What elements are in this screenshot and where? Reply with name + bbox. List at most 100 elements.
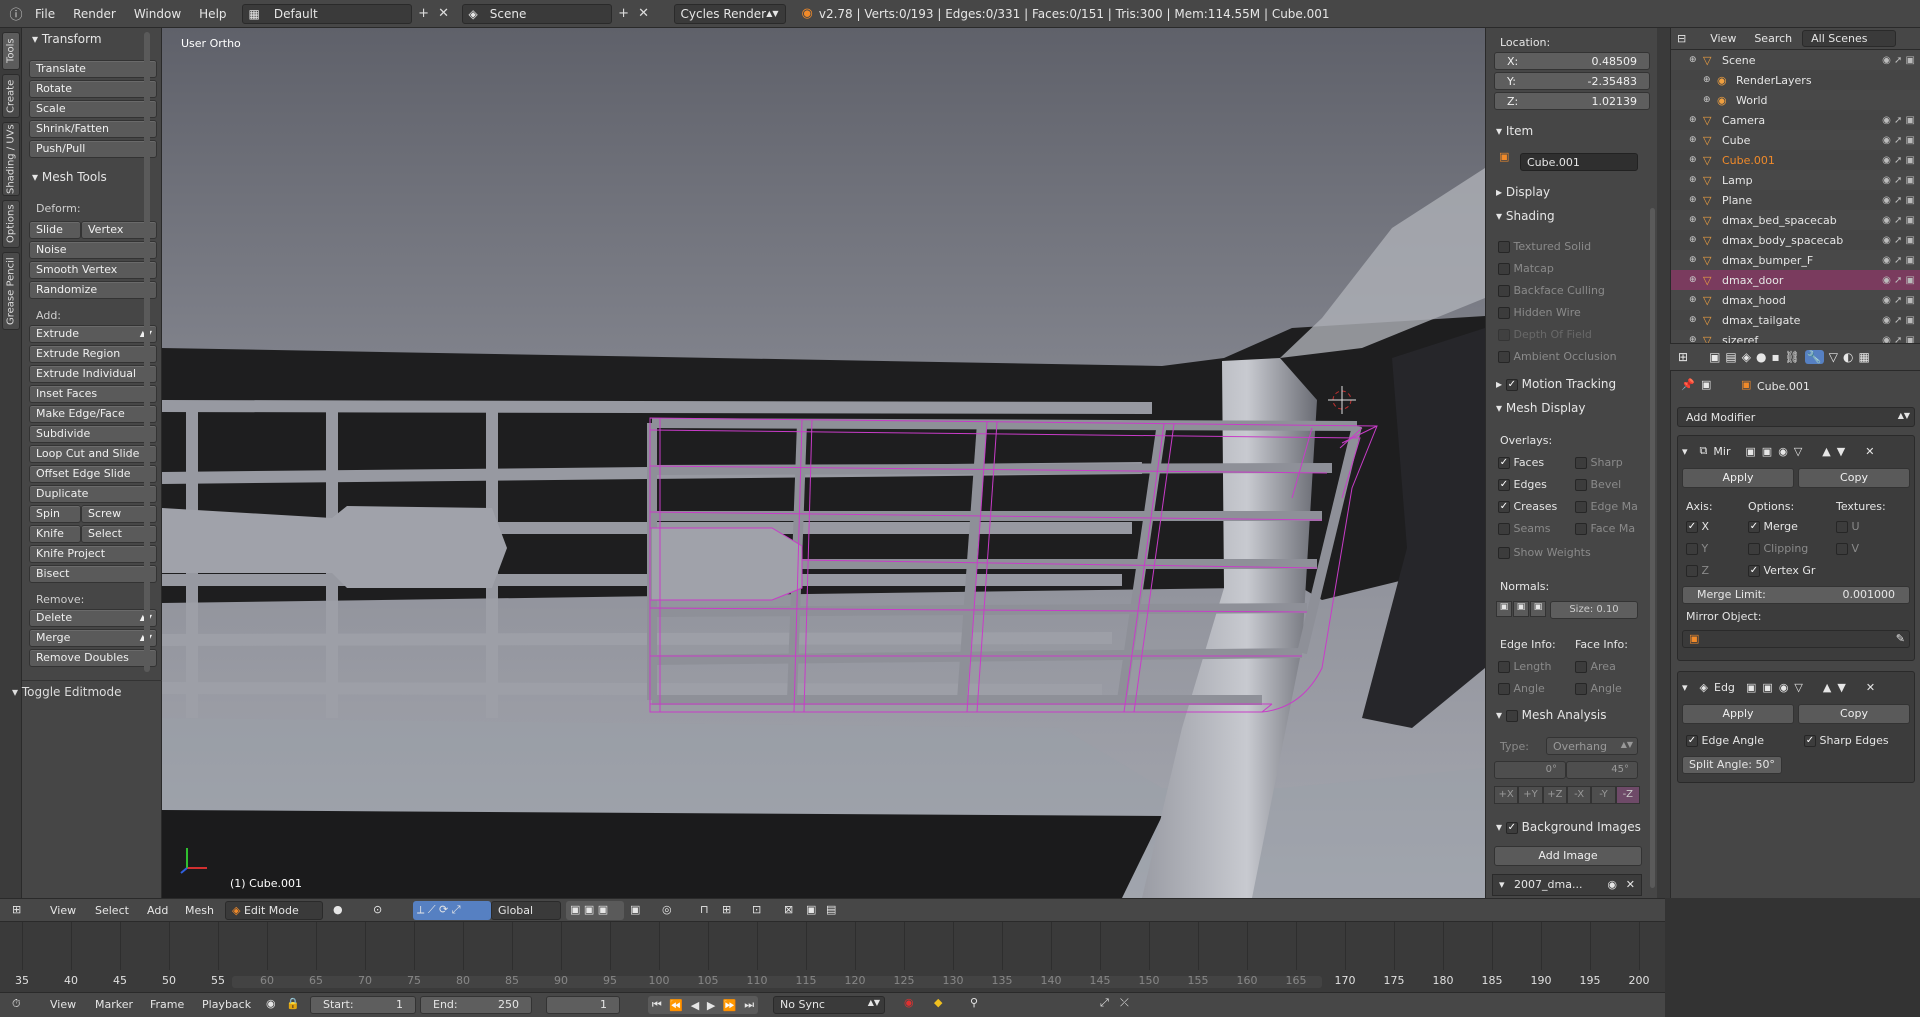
keying-set-icon[interactable]: ⚲ [970, 996, 978, 1009]
outliner-row[interactable]: ⊕ ▽ dmax_door ◉ ➚ ▣ [1671, 270, 1920, 290]
outliner-row[interactable]: ⊕ ▽ dmax_hood ◉ ➚ ▣ [1671, 290, 1920, 310]
ambient-occlusion-option[interactable]: Ambient Occlusion [1498, 350, 1617, 363]
bevel-option[interactable]: Bevel [1575, 478, 1621, 491]
normals-face-icon[interactable]: ▣ [1530, 601, 1546, 617]
motion-tracking-panel-header[interactable]: ▸ ✓ Motion Tracking [1496, 377, 1616, 391]
axis-y-option[interactable]: Y [1686, 542, 1708, 555]
insert-keyframe-icon[interactable]: ⤢ [1100, 996, 1109, 1010]
expand-toggle-icon[interactable]: ⊕ [1689, 135, 1703, 145]
duplicate-button[interactable]: Duplicate [29, 485, 157, 503]
restrict-toggles[interactable]: ◉ ➚ ▣ [1882, 115, 1915, 126]
outliner-row[interactable]: ⊕ ▽ Lamp ◉ ➚ ▣ [1671, 170, 1920, 190]
render-toggle-icon[interactable]: ▣ [1762, 681, 1772, 694]
face-angle-option[interactable]: Angle [1575, 682, 1622, 695]
restrict-toggles[interactable]: ◉ ➚ ▣ [1882, 175, 1915, 186]
analysis-type-dropdown[interactable]: Overhang ▲▼ [1546, 737, 1638, 755]
restrict-toggles[interactable]: ◉ ➚ ▣ [1882, 295, 1915, 306]
axis-pos-x[interactable]: +X [1494, 786, 1519, 804]
play-reverse-icon[interactable]: ◀ [691, 999, 699, 1012]
expand-toggle-icon[interactable]: ⊕ [1689, 235, 1703, 245]
location-z-field[interactable]: Z: 1.02139 [1494, 92, 1650, 110]
render-engine-selector[interactable]: Cycles Render ▲▼ [673, 3, 786, 24]
restrict-toggles[interactable]: ◉ ➚ ▣ [1882, 135, 1915, 146]
manipulator-toggle-icon[interactable]: ⟂ ⟋ ⟳ ⤢ [413, 901, 491, 920]
knife-project-button[interactable]: Knife Project [29, 545, 157, 563]
add-scene-icon[interactable]: + [614, 4, 634, 24]
outliner-row[interactable]: ⊕ ▽ Cube.001 ◉ ➚ ▣ [1671, 150, 1920, 170]
axis-neg-z[interactable]: -Z [1615, 786, 1640, 804]
expand-toggle-icon[interactable]: ⊕ [1689, 115, 1703, 125]
mesh-tools-panel-header[interactable]: ▾ Mesh Tools [32, 170, 107, 184]
expand-toggle-icon[interactable]: ⊕ [1689, 295, 1703, 305]
properties-editor-icon[interactable]: ⊞ [1678, 350, 1688, 364]
pivot-point-icon[interactable]: ⊙ [373, 903, 382, 916]
current-frame-field[interactable]: 1 [546, 996, 620, 1014]
tab-texture-icon[interactable]: ▦ [1859, 350, 1870, 364]
expand-arrow-icon[interactable]: ▾ [1682, 445, 1688, 458]
restrict-toggles[interactable]: ◉ ➚ ▣ [1882, 315, 1915, 326]
editmode-toggle-icon[interactable]: ▣ [1745, 445, 1755, 458]
expand-toggle-icon[interactable]: ⊕ [1689, 195, 1703, 205]
vertex-groups-option[interactable]: ✓ Vertex Gr [1748, 564, 1815, 577]
mirror-modifier-header[interactable]: ▾ ⧉ Mir ▣ ▣ ◉ ▽ ▲ ▼ ✕ [1682, 442, 1912, 460]
outliner-row[interactable]: ⊕ ▽ Cube ◉ ➚ ▣ [1671, 130, 1920, 150]
slide-edge-button[interactable]: Slide Ed [29, 221, 81, 252]
texture-v-option[interactable]: V [1836, 542, 1859, 555]
tab-options[interactable]: Options [2, 200, 20, 248]
restrict-toggles[interactable]: ◉ ➚ ▣ [1882, 195, 1915, 206]
playback-controls[interactable]: ⏮ ⏪ ◀ ▶ ⏩ ⏭ [648, 996, 758, 1014]
tab-layers-icon[interactable]: ▤ [1725, 350, 1736, 364]
merge-option[interactable]: ✓ Merge [1748, 520, 1798, 533]
view3d-menu-view[interactable]: View [50, 904, 76, 917]
edge-angle-option[interactable]: Angle [1498, 682, 1545, 695]
jump-end-icon[interactable]: ⏭ [744, 998, 754, 1012]
edge-split-apply-button[interactable]: Apply [1682, 704, 1794, 724]
expand-toggle-icon[interactable]: ⊕ [1689, 155, 1703, 165]
expand-toggle-icon[interactable]: ⊕ [1689, 55, 1703, 65]
edge-angle-option[interactable]: ✓ Edge Angle [1686, 734, 1764, 747]
expand-toggle-icon[interactable]: ⊕ [1689, 315, 1703, 325]
axis-z-option[interactable]: Z [1686, 564, 1709, 577]
mesh-display-panel-header[interactable]: ▾ Mesh Display [1496, 401, 1585, 415]
translate-button[interactable]: Translate [29, 60, 157, 78]
view3d-menu-add[interactable]: Add [147, 904, 168, 917]
use-preview-range-icon[interactable]: ◉ [266, 997, 276, 1010]
show-weights-option[interactable]: Show Weights [1498, 546, 1591, 559]
outliner-row[interactable]: ⊕ ▽ Scene ◉ ➚ ▣ [1671, 50, 1920, 70]
outliner-filter-dropdown[interactable]: All Scenes [1802, 30, 1897, 47]
seams-option[interactable]: Seams [1498, 522, 1550, 535]
analysis-max-field[interactable]: 45° [1566, 761, 1638, 779]
menu-help[interactable]: Help [190, 7, 235, 21]
delete-button[interactable]: Delete▲▼ [29, 609, 157, 627]
subdivide-button[interactable]: Subdivide [29, 425, 157, 443]
mirror-icon[interactable]: ⊞ [722, 903, 731, 916]
limit-selection-icon[interactable]: ▣ [630, 903, 640, 916]
scale-button[interactable]: Scale [29, 100, 157, 118]
expand-arrow-icon[interactable]: ▾ [1682, 681, 1688, 694]
shading-mode-icon[interactable]: ● [333, 903, 343, 916]
extrude-individual-button[interactable]: Extrude Individual [29, 365, 157, 383]
item-panel-header[interactable]: ▾ Item [1496, 124, 1533, 138]
axis-neg-x[interactable]: -X [1566, 786, 1592, 804]
edge-marks-option[interactable]: Edge Ma [1575, 500, 1638, 513]
expand-toggle-icon[interactable]: ⊕ [1703, 95, 1717, 105]
timeline-menu-view[interactable]: View [50, 998, 76, 1011]
move-down-icon[interactable]: ▼ [1837, 445, 1845, 458]
play-icon[interactable]: ▶ [707, 999, 715, 1012]
remove-scene-icon[interactable]: ✕ [634, 4, 654, 24]
pin-icon[interactable]: 📌 [1681, 378, 1695, 391]
outliner-row[interactable]: ⊕ ▽ dmax_bumper_F ◉ ➚ ▣ [1671, 250, 1920, 270]
timeline-editor-icon[interactable]: ⏱ [12, 997, 21, 1011]
merge-limit-field[interactable]: Merge Limit: 0.001000 [1682, 586, 1910, 604]
move-up-icon[interactable]: ▲ [1823, 681, 1831, 694]
axis-neg-y[interactable]: -Y [1591, 786, 1616, 804]
display-panel-header[interactable]: ▸ Display [1496, 185, 1550, 199]
expand-toggle-icon[interactable]: ⊕ [1689, 335, 1703, 343]
scene-selector[interactable]: ◈ Scene [461, 3, 612, 24]
menu-file[interactable]: File [26, 7, 64, 21]
hidden-wire-option[interactable]: Hidden Wire [1498, 306, 1581, 319]
restrict-toggles[interactable]: ◉ ➚ ▣ [1882, 255, 1915, 266]
info-editor-icon[interactable]: ⓘ [6, 4, 26, 24]
tab-data-icon[interactable]: ▽ [1829, 350, 1838, 364]
spin-button[interactable]: Spin [29, 505, 81, 523]
